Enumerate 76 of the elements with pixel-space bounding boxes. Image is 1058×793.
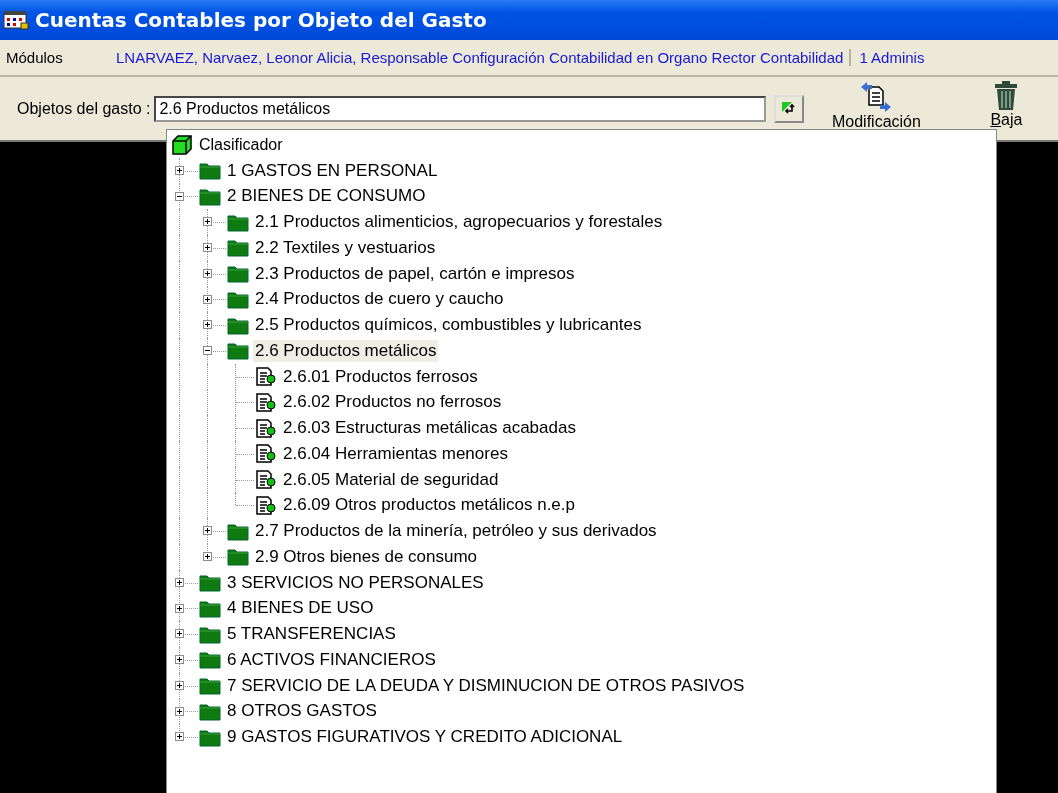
app-icon bbox=[3, 10, 29, 30]
tree-item[interactable]: 2.5 Productos químicos, combustibles y lubricantes bbox=[253, 314, 644, 337]
folder-icon bbox=[199, 676, 221, 696]
tree-item[interactable]: 2 BIENES DE CONSUMO bbox=[225, 185, 428, 208]
tree-item[interactable]: 9 GASTOS FIGURATIVOS Y CREDITO ADICIONAL bbox=[225, 726, 625, 749]
tree-item[interactable]: 8 OTROS GASTOS bbox=[225, 700, 379, 723]
collapse-icon[interactable] bbox=[203, 346, 212, 355]
tree-item[interactable]: 2.6.09 Otros productos metálicos n.e.p bbox=[281, 494, 577, 517]
folder-icon bbox=[227, 289, 249, 309]
expand-icon[interactable] bbox=[203, 243, 212, 252]
delete-button[interactable]: Baja bbox=[986, 81, 1027, 128]
folder-icon bbox=[227, 521, 249, 541]
folder-icon bbox=[227, 315, 249, 335]
tree-item[interactable]: 7 SERVICIO DE LA DEUDA Y DISMINUCION DE OTROS PASIVOS bbox=[225, 674, 747, 697]
cube-icon bbox=[171, 134, 193, 155]
folder-icon bbox=[199, 624, 221, 644]
document-icon bbox=[255, 470, 277, 490]
document-icon bbox=[255, 495, 277, 515]
pick-button[interactable] bbox=[774, 94, 805, 123]
tree-item[interactable]: 2.3 Productos de papel, cartón e impresos bbox=[253, 262, 577, 285]
folder-icon bbox=[227, 547, 249, 567]
combo-field[interactable]: 2.6 Productos metálicos bbox=[154, 95, 767, 122]
folder-icon bbox=[199, 161, 221, 181]
tree-item[interactable]: 6 ACTIVOS FINANCIEROS bbox=[225, 648, 438, 671]
tree-item[interactable]: 2.6 Productos metálicos bbox=[253, 339, 439, 362]
user-info: LNARVAEZ, Narvaez, Leonor Alicia, Responsable Configuración Contabilidad en Organo Rector Contabilidad bbox=[98, 49, 852, 66]
expand-icon[interactable] bbox=[203, 320, 212, 330]
document-icon bbox=[255, 444, 277, 464]
tree-item[interactable]: 2.4 Productos de cuero y caucho bbox=[253, 288, 506, 311]
tree-item[interactable]: 2.6.02 Productos no ferrosos bbox=[281, 391, 504, 414]
folder-icon bbox=[199, 598, 221, 618]
expand-icon[interactable] bbox=[175, 165, 184, 175]
folder-icon bbox=[199, 650, 221, 670]
trash-icon bbox=[993, 81, 1020, 111]
tree-item[interactable]: 2.6.01 Productos ferrosos bbox=[281, 365, 480, 388]
tree-item[interactable]: 2.6.04 Herramientas menores bbox=[281, 442, 510, 465]
expand-icon[interactable] bbox=[175, 706, 184, 716]
tree-item[interactable]: 1 GASTOS EN PERSONAL bbox=[225, 159, 440, 182]
tree-item[interactable]: 4 BIENES DE USO bbox=[225, 597, 376, 620]
folder-icon bbox=[199, 727, 221, 747]
expand-icon[interactable] bbox=[203, 294, 212, 304]
expand-icon[interactable] bbox=[175, 603, 184, 613]
tree-item[interactable]: 2.6.03 Estructuras metálicas acabadas bbox=[281, 417, 578, 440]
tree-item[interactable]: 2.7 Productos de la minería, petróleo y sus derivados bbox=[253, 520, 659, 543]
tree-item[interactable]: 2.1 Productos alimenticios, agropecuarios y forestales bbox=[253, 211, 665, 234]
expand-icon[interactable] bbox=[175, 680, 184, 690]
tree-item[interactable]: 2.6.05 Material de seguridad bbox=[281, 468, 501, 491]
field-label: Objetos del gasto : bbox=[17, 99, 151, 118]
tree-item[interactable]: 3 SERVICIOS NO PERSONALES bbox=[225, 571, 486, 594]
menu-item[interactable]: Módulos bbox=[0, 49, 98, 66]
edit-button[interactable]: Modificación bbox=[826, 81, 927, 130]
role-info: 1 Adminis bbox=[858, 49, 925, 66]
document-icon bbox=[255, 418, 277, 438]
tree-item[interactable]: 2.9 Otros bienes de consumo bbox=[253, 545, 480, 568]
collapse-icon[interactable] bbox=[175, 191, 184, 201]
window-title: Cuentas Contables por Objeto del Gasto bbox=[35, 8, 487, 32]
expand-icon[interactable] bbox=[175, 655, 184, 664]
expand-icon[interactable] bbox=[175, 577, 184, 587]
folder-icon bbox=[199, 701, 221, 721]
tree-item[interactable]: 5 TRANSFERENCIAS bbox=[225, 623, 398, 646]
document-icon bbox=[255, 367, 277, 387]
folder-icon bbox=[227, 212, 249, 232]
tree-item[interactable]: 2.2 Textiles y vestuarios bbox=[253, 236, 438, 259]
expand-icon[interactable] bbox=[175, 629, 184, 639]
expand-icon[interactable] bbox=[203, 526, 212, 536]
expand-icon[interactable] bbox=[203, 217, 212, 227]
folder-icon bbox=[227, 341, 249, 361]
folder-icon bbox=[199, 573, 221, 593]
expand-icon[interactable] bbox=[203, 552, 212, 561]
folder-icon bbox=[227, 264, 249, 284]
expand-icon[interactable] bbox=[203, 268, 212, 278]
folder-icon bbox=[199, 186, 221, 206]
tree-item[interactable]: Clasificador bbox=[197, 134, 285, 155]
expand-icon[interactable] bbox=[175, 732, 184, 742]
document-icon bbox=[255, 392, 277, 412]
folder-icon bbox=[227, 238, 249, 258]
